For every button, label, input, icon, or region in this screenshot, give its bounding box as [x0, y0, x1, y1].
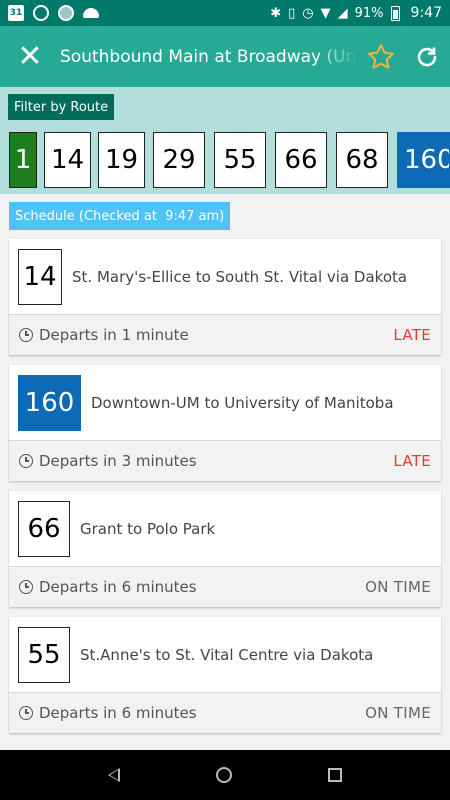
wifi-icon: ▼ — [320, 5, 331, 21]
close-icon: ✕ — [17, 39, 43, 74]
refresh-icon — [417, 47, 437, 66]
schedule-card[interactable]: 66 Grant to Polo Park Departs in 6 minut… — [9, 491, 441, 607]
filter-by-route-label: Filter by Route — [8, 94, 115, 120]
route-filter-68[interactable]: 68 — [336, 132, 388, 188]
route-description: Downtown-UM to University of Manitoba — [91, 393, 394, 412]
clock-icon — [19, 454, 33, 468]
route-filter-1[interactable]: 1 — [9, 132, 37, 188]
recents-icon[interactable] — [328, 768, 342, 782]
route-number: 160 — [18, 374, 81, 431]
departure-time: Departs in 6 minutes — [39, 704, 197, 722]
schedule-list[interactable]: Schedule (Checked at 9:47 am) 14 St. Mar… — [0, 194, 450, 750]
system-nav-bar — [0, 750, 450, 800]
battery-icon — [390, 5, 400, 21]
status-bar: 31 ✱ ▯ ◷ ▼ ◢ 91% 9:47 — [0, 0, 450, 26]
whatsapp-icon — [33, 5, 49, 21]
alarm-icon: ◷ — [302, 5, 314, 21]
route-filter-66[interactable]: 66 — [275, 132, 327, 188]
favorite-button[interactable] — [358, 26, 404, 87]
route-number: 14 — [18, 248, 62, 305]
route-filter-14[interactable]: 14 — [44, 132, 91, 188]
status-badge: ON TIME — [365, 704, 431, 722]
cell-signal-icon: ◢ — [337, 5, 348, 21]
star-icon — [368, 43, 394, 69]
clock-icon — [19, 328, 33, 342]
schedule-card[interactable]: 160 Downtown-UM to University of Manitob… — [9, 365, 441, 481]
vibrate-icon: ▯ — [288, 5, 296, 21]
clock-time: 9:47 — [410, 5, 442, 21]
route-filter-19[interactable]: 19 — [98, 132, 145, 188]
home-icon[interactable] — [216, 767, 232, 783]
route-number: 66 — [18, 500, 70, 557]
status-badge: ON TIME — [365, 578, 431, 596]
refresh-button[interactable] — [404, 26, 450, 87]
calendar-day: 31 — [9, 8, 23, 18]
status-badge: LATE — [393, 452, 431, 470]
close-button[interactable]: ✕ — [0, 26, 60, 87]
departure-time: Departs in 1 minute — [39, 326, 189, 344]
schedule-checked-label: Schedule (Checked at 9:47 am) — [9, 202, 231, 230]
back-icon[interactable] — [108, 768, 120, 782]
departure-time: Departs in 3 minutes — [39, 452, 197, 470]
clock-icon — [19, 706, 33, 720]
battery-percent: 91% — [354, 5, 384, 21]
route-number: 55 — [18, 626, 70, 683]
route-filter-section: Filter by Route 1 14 19 29 55 66 68 160 — [0, 87, 450, 194]
route-description: St.Anne's to St. Vital Centre via Dakota — [80, 645, 374, 664]
status-badge: LATE — [393, 326, 431, 344]
route-description: Grant to Polo Park — [80, 519, 216, 538]
route-filter-160[interactable]: 160 — [397, 132, 450, 188]
schedule-card[interactable]: 14 St. Mary's-Ellice to South St. Vital … — [9, 239, 441, 355]
bluetooth-icon: ✱ — [270, 5, 282, 21]
route-filter-29[interactable]: 29 — [153, 132, 205, 188]
route-filter-55[interactable]: 55 — [214, 132, 266, 188]
calendar-icon: 31 — [8, 5, 24, 21]
clock-icon — [19, 580, 33, 594]
app-bar: ✕ Southbound Main at Broadway (Union Sta… — [0, 26, 450, 87]
page-title: Southbound Main at Broadway (Union Stati… — [60, 46, 358, 67]
route-description: St. Mary's-Ellice to South St. Vital via… — [72, 267, 408, 286]
departure-time: Departs in 6 minutes — [39, 578, 197, 596]
schedule-card[interactable]: 55 St.Anne's to St. Vital Centre via Dak… — [9, 617, 441, 733]
sync-icon — [58, 5, 74, 21]
cloud-icon — [83, 8, 99, 18]
